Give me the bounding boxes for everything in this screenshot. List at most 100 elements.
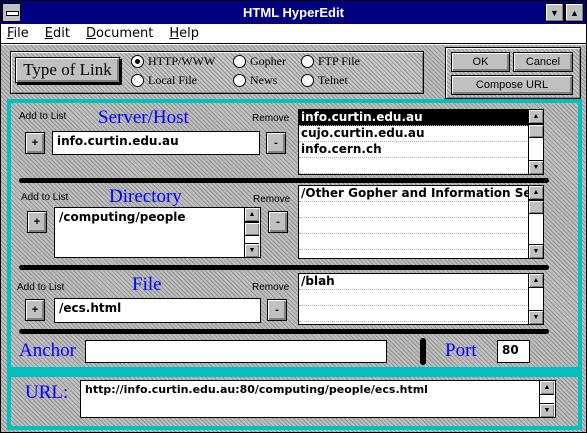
list-item[interactable]: info.cern.ch [299,142,543,158]
up-arrow-icon: ▲ [532,113,540,120]
server-remove-button[interactable]: - [266,132,286,154]
section-divider [19,329,549,334]
down-arrow-icon: ▼ [532,164,540,171]
radio-local-file[interactable]: Local File [131,73,197,88]
radio-http-www[interactable]: HTTP/WWW [131,54,215,69]
url-label: URL: [25,382,69,403]
maximize-button[interactable]: ▲ [565,3,584,22]
title-bar: HTML HyperEdit ▼ ▲ [1,1,586,24]
maximize-icon: ▲ [570,7,579,18]
directory-title: Directory [109,186,182,207]
plus-icon: + [31,137,39,149]
radio-telnet-label: Telnet [318,73,348,87]
compose-url-button[interactable]: Compose URL [451,75,573,95]
section-divider [19,178,549,183]
type-of-link-label: Type of Link [15,57,120,83]
server-host-list[interactable]: info.curtin.edu.au cujo.curtin.edu.au in… [298,109,544,175]
scroll-up-button[interactable]: ▲ [245,208,259,222]
scroll-thumb[interactable] [245,222,259,236]
scroll-thumb[interactable] [529,200,543,214]
directory-list-scrollbar[interactable]: ▲ ▼ [528,186,543,258]
down-arrow-icon: ▼ [543,407,551,414]
radio-news[interactable]: News [233,73,277,88]
minus-icon: - [275,304,279,316]
plus-icon: + [33,216,41,228]
radio-icon [131,74,144,87]
minimize-button[interactable]: ▼ [545,3,564,22]
plus-icon: + [31,304,39,316]
directory-remove-label: Remove [253,194,291,205]
menu-help[interactable]: Help [169,26,199,41]
list-item[interactable] [299,218,543,234]
down-arrow-icon: ▼ [532,248,540,255]
list-item[interactable]: info.curtin.edu.au [299,110,543,126]
radio-icon [233,55,246,68]
cancel-button[interactable]: Cancel [513,52,573,72]
directory-input-scrollbar[interactable]: ▲ ▼ [244,208,259,257]
list-item[interactable] [299,158,543,174]
list-item[interactable] [299,202,543,218]
menu-file[interactable]: File [7,26,29,41]
radio-gopher[interactable]: Gopher [233,54,286,69]
file-list-scrollbar[interactable]: ▲ ▼ [528,274,543,324]
server-add-button[interactable]: + [25,132,45,154]
server-list-scrollbar[interactable]: ▲ ▼ [528,110,543,174]
list-item[interactable] [299,306,543,322]
scroll-thumb[interactable] [529,124,543,138]
radio-gopher-label: Gopher [250,54,286,68]
file-add-button[interactable]: + [25,299,45,321]
file-input[interactable]: /ecs.html [54,298,261,323]
file-list[interactable]: /blah ▲ ▼ [298,273,544,325]
vertical-divider [420,338,426,365]
up-arrow-icon: ▲ [248,211,256,218]
file-remove-label: Remove [252,282,290,293]
scroll-down-button[interactable]: ▼ [245,243,259,257]
list-item[interactable] [299,290,543,306]
radio-news-label: News [250,73,278,87]
url-scrollbar[interactable]: ▲ ▼ [539,381,554,417]
minimize-icon: ▼ [550,7,559,18]
radio-ftp-file[interactable]: FTP File [301,54,360,69]
radio-telnet[interactable]: Telnet [301,73,348,88]
section-divider [19,265,549,270]
scroll-down-button[interactable]: ▼ [529,310,543,324]
window-title: HTML HyperEdit [243,5,344,20]
directory-list[interactable]: /Other Gopher and Information Ser ▲ ▼ [298,185,544,259]
down-arrow-icon: ▼ [248,247,256,254]
menu-edit[interactable]: Edit [45,26,70,41]
radio-local-file-label: Local File [148,73,197,87]
menu-bar: File Edit Document Help [1,24,586,44]
menu-document[interactable]: Document [86,26,153,41]
ok-button[interactable]: OK [451,52,510,72]
radio-selected-icon [131,55,144,68]
directory-add-button[interactable]: + [27,211,47,233]
app-window: HTML HyperEdit ▼ ▲ File Edit Document He… [0,0,587,433]
scroll-down-button[interactable]: ▼ [529,160,543,174]
scroll-up-button[interactable]: ▲ [529,274,543,288]
list-item[interactable]: cujo.curtin.edu.au [299,126,543,142]
system-menu-button[interactable] [2,3,21,22]
directory-input[interactable]: /computing/people [54,207,261,258]
scroll-down-button[interactable]: ▼ [529,244,543,258]
server-host-input[interactable]: info.curtin.edu.au [52,131,260,155]
minus-icon: - [274,137,278,149]
up-arrow-icon: ▲ [532,277,540,284]
scroll-up-button[interactable]: ▲ [529,186,543,200]
list-item[interactable]: /Other Gopher and Information Ser [299,186,543,202]
anchor-input[interactable] [85,340,387,363]
radio-icon [233,74,246,87]
scroll-down-button[interactable]: ▼ [540,403,554,417]
list-item[interactable]: /blah [299,274,543,290]
minus-icon: - [276,216,280,228]
up-arrow-icon: ▲ [543,384,551,391]
directory-add-label: Add to List [21,192,69,203]
anchor-label: Anchor [19,340,76,361]
scroll-up-button[interactable]: ▲ [540,381,554,395]
scroll-up-button[interactable]: ▲ [529,110,543,124]
file-remove-button[interactable]: - [267,299,287,321]
port-label: Port [445,340,477,361]
list-item[interactable] [299,234,543,250]
url-output[interactable]: http://info.curtin.edu.au:80/computing/p… [80,380,556,418]
directory-remove-button[interactable]: - [268,211,288,233]
port-input[interactable]: 80 [497,340,530,363]
